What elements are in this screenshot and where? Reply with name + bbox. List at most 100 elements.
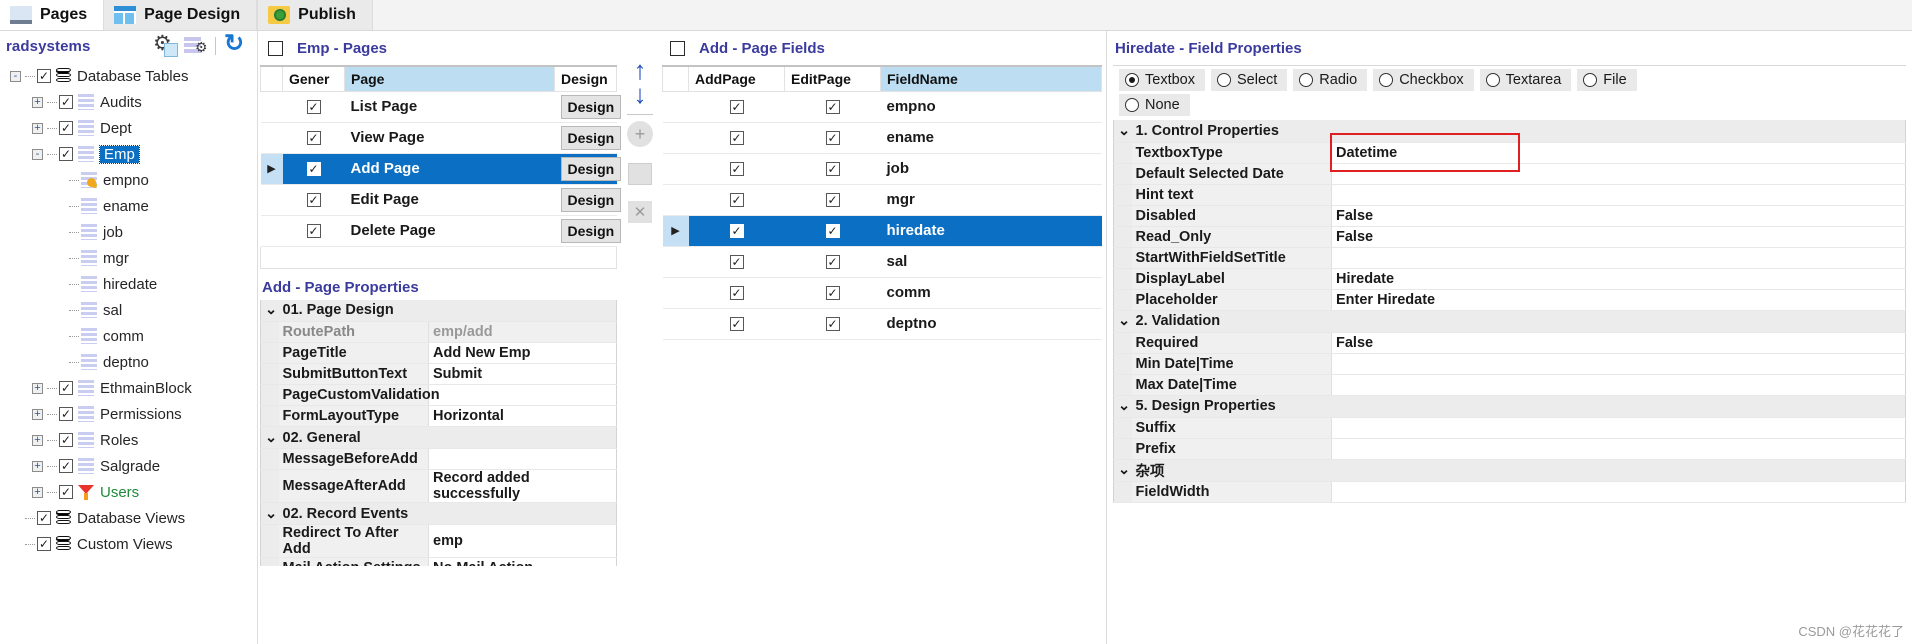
tree-node-checkbox[interactable]: ✓ xyxy=(59,459,73,473)
control-type-radio[interactable]: Textbox xyxy=(1119,69,1205,91)
design-button[interactable]: Design xyxy=(560,187,622,212)
tree-node[interactable]: ename xyxy=(4,193,255,219)
generate-checkbox[interactable]: ✓ xyxy=(306,224,321,238)
editpage-cell[interactable]: ✓ xyxy=(784,184,881,216)
tree-node-checkbox[interactable]: ✓ xyxy=(59,121,73,135)
radio-icon[interactable] xyxy=(1125,98,1139,112)
fields-col-indicator[interactable] xyxy=(662,65,689,92)
tree-node[interactable]: - ✓ Database Tables xyxy=(4,63,255,89)
fields-col-fieldname[interactable]: FieldName xyxy=(880,65,1102,92)
tree-node-checkbox[interactable]: ✓ xyxy=(37,511,51,525)
property-value[interactable]: emp/add xyxy=(428,321,617,343)
tree-expander-icon[interactable]: + xyxy=(32,96,43,108)
property-value[interactable] xyxy=(1331,247,1906,269)
addpage-cell[interactable]: ✓ xyxy=(688,246,785,278)
tree-expander-icon[interactable]: + xyxy=(32,408,43,420)
pages-col-design[interactable]: Design xyxy=(554,65,617,92)
table-row[interactable]: ✓ ✓ ename xyxy=(662,122,1102,154)
tree-node[interactable]: + ✓ Dept xyxy=(4,115,255,141)
tree-node-checkbox[interactable]: ✓ xyxy=(37,69,51,83)
pages-col-page[interactable]: Page xyxy=(344,65,555,92)
generate-cell[interactable]: ✓ xyxy=(282,153,345,185)
property-value[interactable]: Enter Hiredate xyxy=(1331,289,1906,311)
table-row[interactable]: ✓ ✓ empno xyxy=(662,91,1102,123)
tab-publish[interactable]: Publish xyxy=(257,0,373,30)
addpage-checkbox[interactable]: ✓ xyxy=(729,255,744,269)
tree-node-checkbox[interactable]: ✓ xyxy=(59,433,73,447)
radio-icon[interactable] xyxy=(1125,73,1139,87)
editpage-cell[interactable]: ✓ xyxy=(784,246,881,278)
generate-checkbox[interactable]: ✓ xyxy=(306,193,321,207)
property-row[interactable]: Placeholder Enter Hiredate xyxy=(1113,289,1906,311)
addpage-checkbox[interactable]: ✓ xyxy=(729,317,744,331)
settings-gear-icon[interactable] xyxy=(153,31,178,57)
refresh-icon[interactable] xyxy=(223,29,247,58)
tree-node-checkbox[interactable]: ✓ xyxy=(59,407,73,421)
design-cell[interactable]: Design xyxy=(554,215,622,247)
control-type-radio[interactable]: Select xyxy=(1210,69,1288,91)
control-type-radio[interactable]: Radio xyxy=(1293,69,1368,91)
add-field-icon[interactable]: + xyxy=(627,121,653,147)
property-category-row[interactable]: ⌄ 杂项 xyxy=(1113,459,1906,482)
tree-node[interactable]: ✓ Database Views xyxy=(4,505,255,531)
property-row[interactable]: Suffix xyxy=(1113,417,1906,439)
tree-node[interactable]: - ✓ Emp xyxy=(4,141,255,167)
chevron-down-icon[interactable]: ⌄ xyxy=(260,502,279,525)
radio-icon[interactable] xyxy=(1379,73,1394,87)
property-value[interactable]: False xyxy=(1331,205,1906,227)
addpage-checkbox[interactable]: ✓ xyxy=(729,286,744,300)
property-value[interactable] xyxy=(428,448,617,470)
tree-node[interactable]: job xyxy=(4,219,255,245)
table-row[interactable]: ✓ Edit Page Design xyxy=(260,184,622,216)
tree-expander-icon[interactable]: - xyxy=(32,148,43,160)
design-button[interactable]: Design xyxy=(560,156,622,181)
tree-node[interactable]: empno xyxy=(4,167,255,193)
tree-node[interactable]: sal xyxy=(4,297,255,323)
property-category-row[interactable]: ⌄ 5. Design Properties xyxy=(1113,395,1906,418)
design-button[interactable]: Design xyxy=(560,94,622,119)
radio-icon[interactable] xyxy=(1299,73,1314,87)
property-value[interactable]: False xyxy=(1331,226,1906,248)
editpage-checkbox[interactable]: ✓ xyxy=(825,224,840,238)
property-category-row[interactable]: ⌄ 02. General xyxy=(260,426,617,449)
addpage-cell[interactable]: ✓ xyxy=(688,215,785,247)
editpage-checkbox[interactable]: ✓ xyxy=(825,193,840,207)
control-type-radio[interactable]: Textarea xyxy=(1479,69,1572,91)
property-row[interactable]: Disabled False xyxy=(1113,205,1906,227)
addpage-cell[interactable]: ✓ xyxy=(688,308,785,340)
design-button[interactable]: Design xyxy=(560,125,622,150)
editpage-checkbox[interactable]: ✓ xyxy=(825,317,840,331)
table-row[interactable]: ✓ Delete Page Design xyxy=(260,215,622,247)
tree-expander-icon[interactable]: + xyxy=(32,460,43,472)
property-row[interactable]: Min Date|Time xyxy=(1113,353,1906,375)
property-row[interactable]: PageTitle Add New Emp xyxy=(260,342,617,364)
addpage-cell[interactable]: ✓ xyxy=(688,277,785,309)
addpage-cell[interactable]: ✓ xyxy=(688,184,785,216)
tree-node-checkbox[interactable]: ✓ xyxy=(59,485,73,499)
editpage-checkbox[interactable]: ✓ xyxy=(825,255,840,269)
pages-col-indicator[interactable] xyxy=(260,65,283,92)
fields-col-addpage[interactable]: AddPage xyxy=(688,65,785,92)
design-cell[interactable]: Design xyxy=(554,91,622,123)
generate-cell[interactable]: ✓ xyxy=(282,122,345,154)
tree-node-checkbox[interactable]: ✓ xyxy=(59,95,73,109)
property-value[interactable] xyxy=(1331,438,1906,460)
property-value[interactable] xyxy=(1331,374,1906,396)
generate-cell[interactable]: ✓ xyxy=(282,91,345,123)
property-value[interactable] xyxy=(1331,353,1906,375)
tree-node[interactable]: + ✓ Permissions xyxy=(4,401,255,427)
tree-node[interactable]: hiredate xyxy=(4,271,255,297)
editpage-checkbox[interactable]: ✓ xyxy=(825,162,840,176)
addpage-cell[interactable]: ✓ xyxy=(688,153,785,185)
editpage-checkbox[interactable]: ✓ xyxy=(825,100,840,114)
property-row[interactable]: FieldWidth xyxy=(1113,481,1906,503)
table-row[interactable]: ✓ ✓ job xyxy=(662,153,1102,185)
property-category-row[interactable]: ⌄ 2. Validation xyxy=(1113,310,1906,333)
generate-cell[interactable]: ✓ xyxy=(282,184,345,216)
generate-checkbox[interactable]: ✓ xyxy=(306,100,321,114)
tree-node[interactable]: mgr xyxy=(4,245,255,271)
pages-col-generate[interactable]: Gener xyxy=(282,65,345,92)
tree-node[interactable]: ✓ Custom Views xyxy=(4,531,255,557)
property-row[interactable]: Mail Action SettingsNo Mail Action xyxy=(260,557,617,566)
property-row[interactable]: Prefix xyxy=(1113,438,1906,460)
